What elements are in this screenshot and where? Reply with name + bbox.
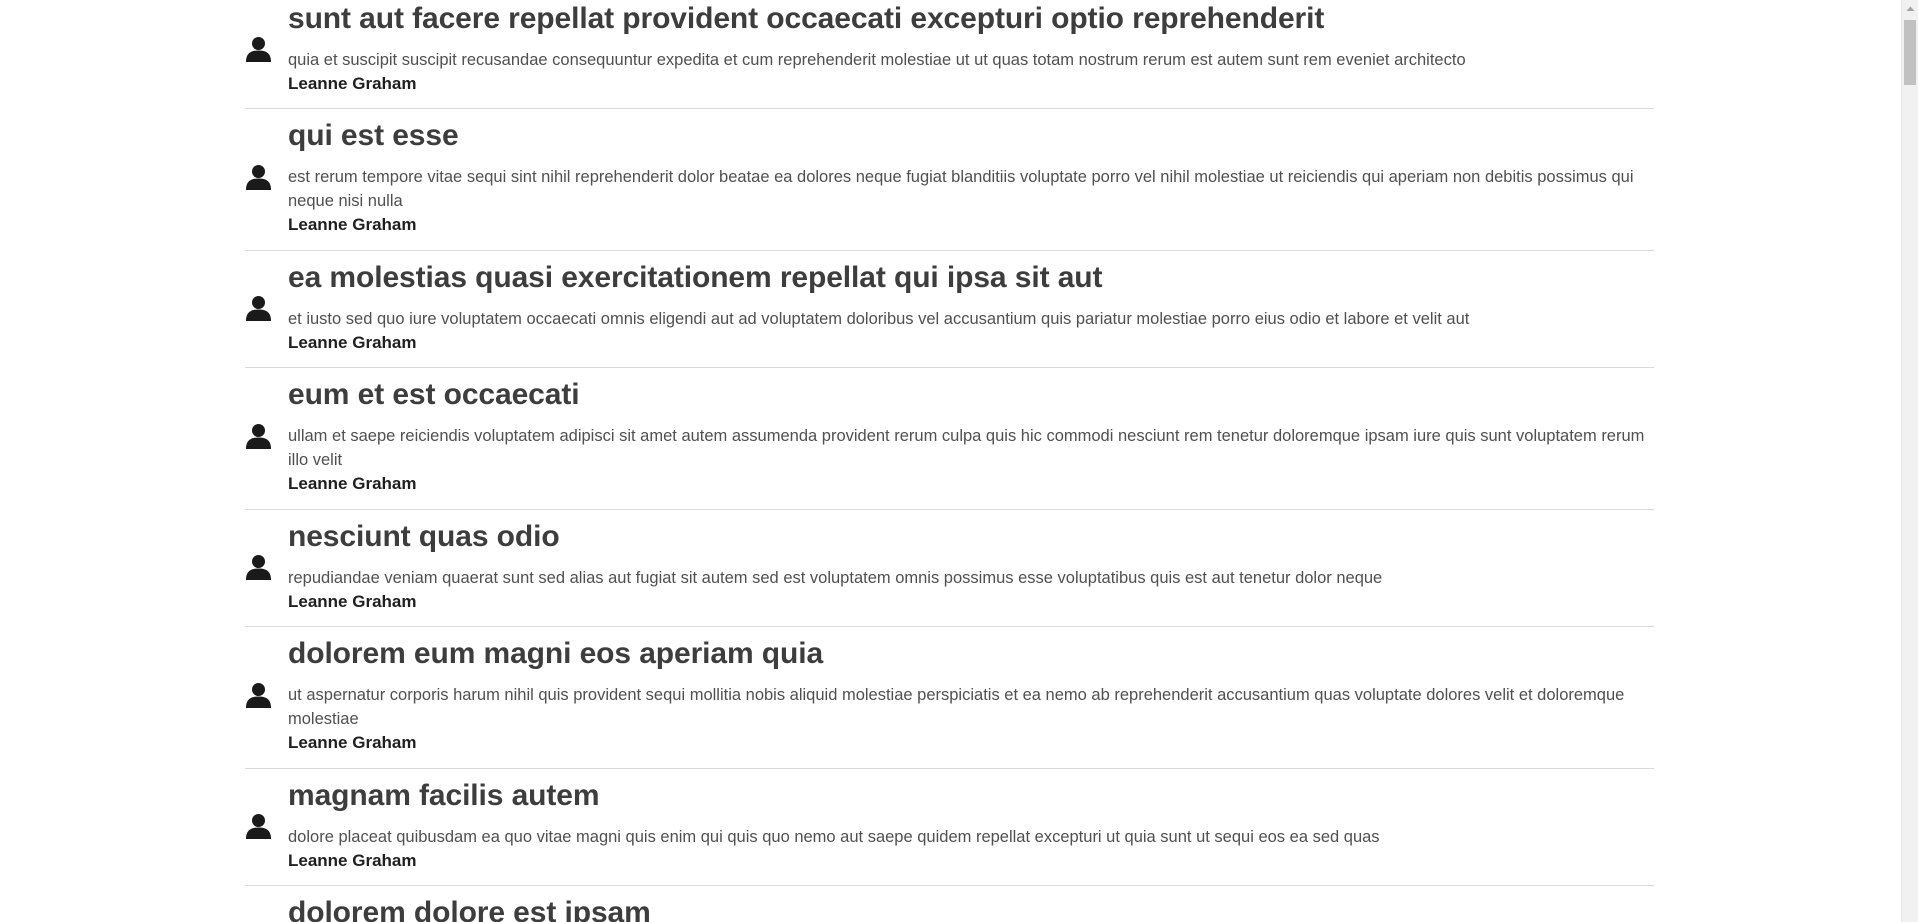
post-title[interactable]: dolorem eum magni eos aperiam quia — [288, 627, 1654, 673]
post-body: repudiandae veniam quaerat sunt sed alia… — [288, 569, 1383, 587]
user-icon — [245, 295, 272, 322]
post-item[interactable]: sunt aut facere repellat provident occae… — [245, 0, 1654, 109]
post-author[interactable]: Leanne Graham — [288, 213, 1654, 236]
post-title[interactable]: ea molestias quasi exercitationem repell… — [288, 251, 1654, 297]
post-title[interactable]: nesciunt quas odio — [288, 510, 1654, 556]
user-icon — [245, 554, 272, 581]
post-item[interactable]: magnam facilis autem dolore placeat quib… — [245, 769, 1654, 886]
user-icon — [245, 164, 272, 191]
scrollbar-thumb[interactable] — [1904, 20, 1916, 85]
post-author[interactable]: Leanne Graham — [288, 72, 1654, 95]
post-item[interactable]: ea molestias quasi exercitationem repell… — [245, 251, 1654, 368]
post-item[interactable]: dolorem eum magni eos aperiam quia ut as… — [245, 627, 1654, 769]
post-item[interactable]: qui est esse est rerum tempore vitae seq… — [245, 109, 1654, 251]
scroll-up-arrow-icon[interactable] — [1902, 0, 1918, 17]
post-title[interactable]: magnam facilis autem — [288, 769, 1654, 815]
post-body: quia et suscipit suscipit recusandae con… — [288, 51, 1466, 69]
post-body: dolore placeat quibusdam ea quo vitae ma… — [288, 828, 1380, 846]
post-item[interactable]: nesciunt quas odio repudiandae veniam qu… — [245, 510, 1654, 627]
post-item[interactable]: dolorem dolore est ipsam — [245, 886, 1654, 922]
page-viewport: sunt aut facere repellat provident occae… — [0, 0, 1918, 922]
user-icon — [245, 813, 272, 840]
post-author[interactable]: Leanne Graham — [288, 331, 1654, 354]
vertical-scrollbar[interactable] — [1901, 0, 1918, 922]
user-icon — [245, 423, 272, 450]
post-title[interactable]: eum et est occaecati — [288, 368, 1654, 414]
post-author[interactable]: Leanne Graham — [288, 590, 1654, 613]
post-body: est rerum tempore vitae sequi sint nihil… — [288, 168, 1634, 210]
post-body: et iusto sed quo iure voluptatem occaeca… — [288, 310, 1470, 328]
post-author[interactable]: Leanne Graham — [288, 472, 1654, 495]
post-title[interactable]: dolorem dolore est ipsam — [288, 886, 1654, 922]
post-body: ullam et saepe reiciendis voluptatem adi… — [288, 427, 1645, 469]
post-author[interactable]: Leanne Graham — [288, 849, 1654, 872]
post-item[interactable]: eum et est occaecati ullam et saepe reic… — [245, 368, 1654, 510]
post-author[interactable]: Leanne Graham — [288, 731, 1654, 754]
post-list: sunt aut facere repellat provident occae… — [245, 0, 1654, 922]
user-icon — [245, 682, 272, 709]
user-icon — [245, 36, 272, 63]
post-title[interactable]: sunt aut facere repellat provident occae… — [288, 0, 1654, 38]
post-title[interactable]: qui est esse — [288, 109, 1654, 155]
post-body: ut aspernatur corporis harum nihil quis … — [288, 686, 1625, 728]
